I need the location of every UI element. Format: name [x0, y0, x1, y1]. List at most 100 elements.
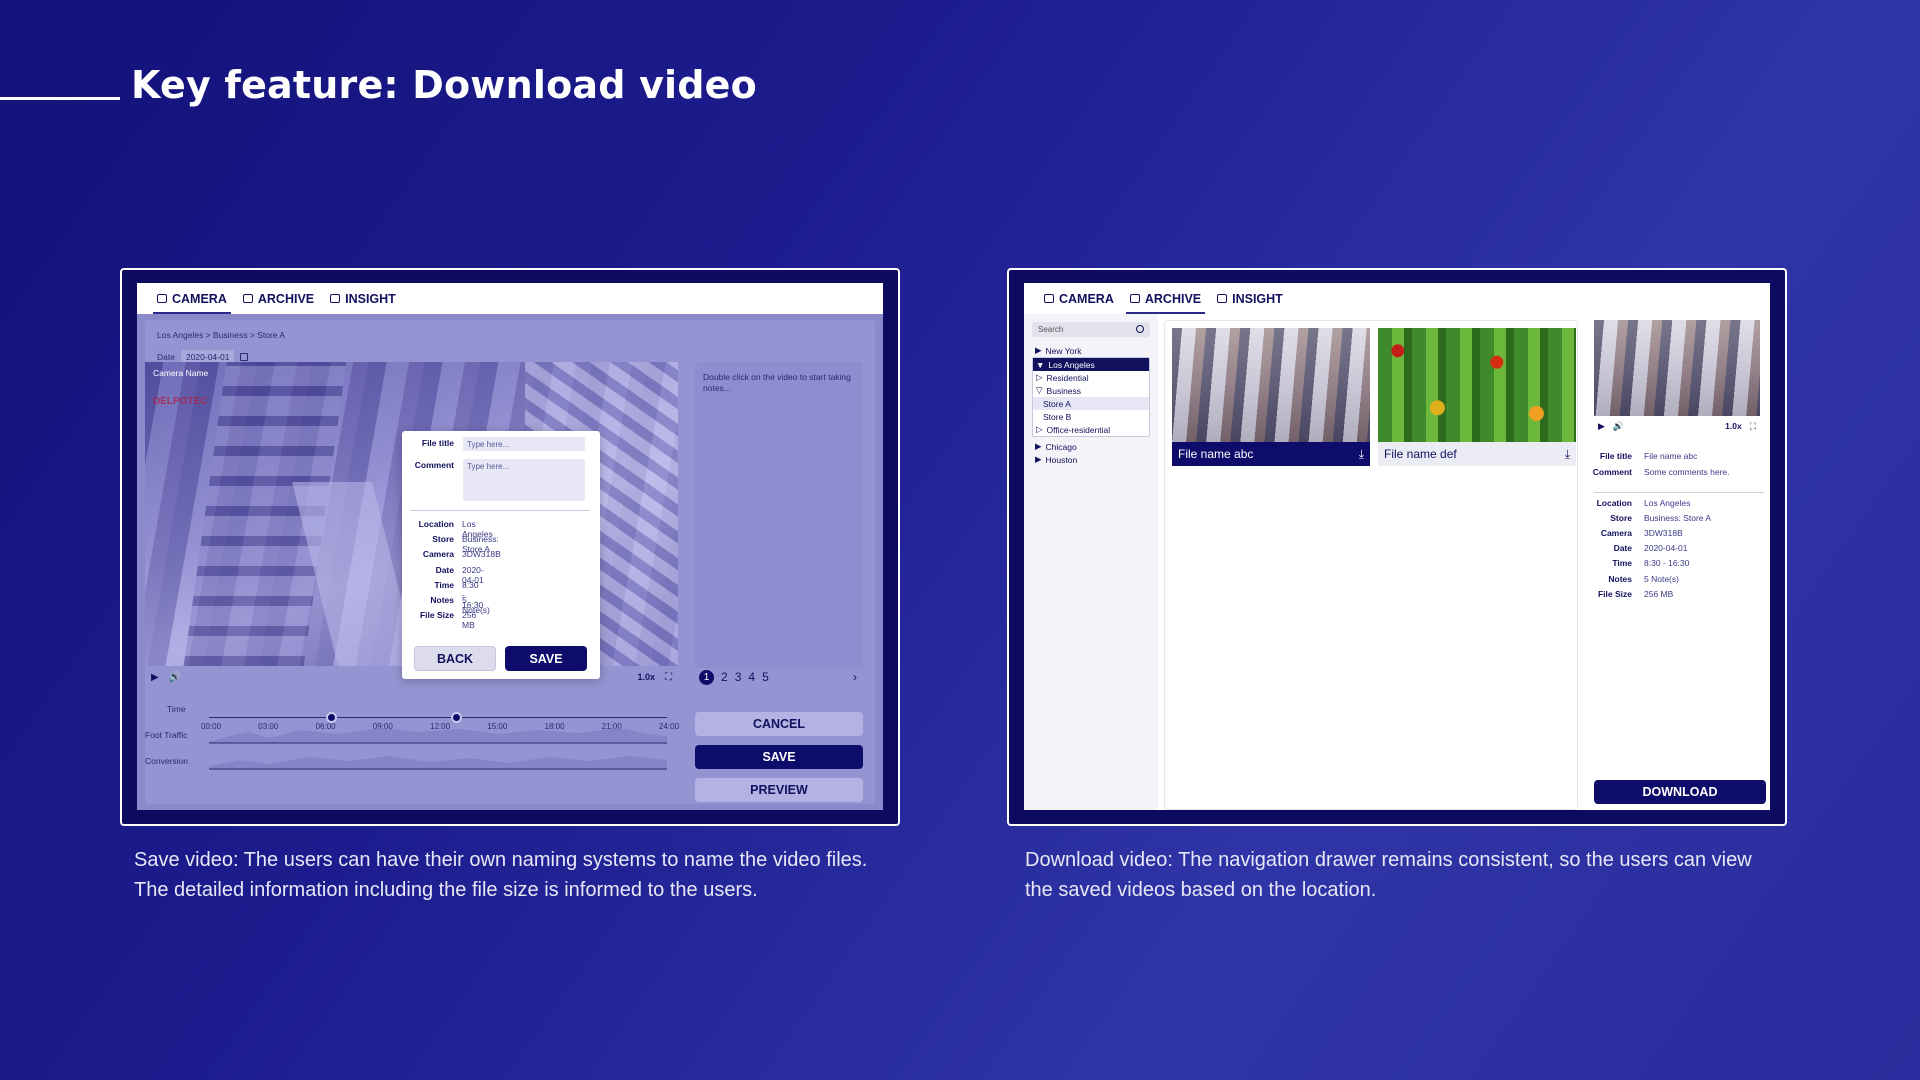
video-card[interactable]: File name def ⤓ — [1378, 328, 1576, 470]
notes-panel[interactable]: Double click on the video to start takin… — [695, 362, 863, 668]
timeline: Time 00:00 03:00 06:00 09:00 12:00 15:00 18:00… — [145, 692, 679, 802]
field-value: 2020-04-01 — [1644, 543, 1688, 553]
preview-button[interactable]: PREVIEW — [695, 778, 863, 802]
playback-speed[interactable]: 1.0x — [637, 672, 655, 682]
playback-speed[interactable]: 1.0x — [1725, 421, 1742, 431]
tab-archive[interactable]: ARCHIVE — [1125, 283, 1206, 314]
volume-icon[interactable]: 🔊 — [169, 672, 181, 683]
field-value: Some comments here. — [1644, 467, 1730, 477]
page-2[interactable]: 2 — [721, 670, 728, 684]
field-label: Time — [434, 579, 454, 590]
field-label: Time — [1612, 558, 1632, 568]
caret-right-outline-icon: ▷ — [1036, 424, 1043, 434]
comment-input[interactable]: Type here... — [463, 459, 585, 501]
camera-icon — [157, 294, 167, 303]
fullscreen-icon[interactable]: ⛶ — [1750, 421, 1756, 432]
tree-item-store-b[interactable]: Store B — [1033, 410, 1149, 423]
tree-label: Office-residential — [1046, 424, 1111, 435]
download-button[interactable]: DOWNLOAD — [1594, 780, 1766, 804]
volume-icon[interactable]: 🔊 — [1613, 421, 1624, 432]
field-value: 8:30 - 16:30 — [1644, 558, 1690, 568]
field-label: Notes — [1608, 574, 1632, 584]
tree-item-residential[interactable]: ▷ Residential — [1033, 371, 1149, 384]
caret-right-icon: ▶ — [1035, 441, 1042, 451]
video-thumbnail[interactable] — [1378, 328, 1576, 442]
tab-camera[interactable]: CAMERA — [153, 283, 231, 314]
tab-bar: CAMERA ARCHIVE INSIGHT — [137, 283, 883, 314]
video-file-name: File name abc — [1178, 447, 1254, 461]
page-3[interactable]: 3 — [735, 670, 742, 684]
field-label: Date — [1613, 543, 1632, 553]
field-label: File title — [1599, 451, 1632, 461]
tree-item-new-york[interactable]: ▶ New York — [1032, 344, 1150, 357]
field-value: File name abc — [1644, 451, 1698, 461]
slide-title: Key feature: Download video — [131, 63, 757, 107]
camera-icon — [1044, 294, 1054, 303]
play-icon[interactable]: ▶ — [1598, 421, 1605, 432]
camera-view-area: Los Angeles > Business > Store A Date 20… — [137, 314, 883, 810]
tab-insight[interactable]: INSIGHT — [330, 283, 396, 314]
search-icon[interactable] — [1136, 325, 1144, 333]
tree-item-office-residential[interactable]: ▷ Office-residential — [1033, 423, 1149, 436]
field-label: Camera — [422, 549, 454, 560]
fullscreen-icon[interactable]: ⛶ — [665, 672, 672, 683]
cancel-button[interactable]: CANCEL — [695, 712, 863, 736]
next-page-icon[interactable]: › — [853, 670, 857, 684]
caret-right-icon: ▶ — [1035, 454, 1042, 464]
save-button[interactable]: SAVE — [695, 745, 863, 769]
tree-item-store-a[interactable]: Store A — [1033, 397, 1149, 410]
video-card[interactable]: File name abc ⤓ — [1172, 328, 1370, 470]
play-icon[interactable]: ▶ — [151, 672, 159, 683]
tab-camera[interactable]: CAMERA — [1044, 283, 1114, 314]
save-video-mockup: CAMERA ARCHIVE INSIGHT Los Angeles > Bus… — [120, 268, 900, 826]
video-card-caption: File name def ⤓ — [1378, 442, 1576, 466]
foot-traffic-sparkline — [209, 728, 667, 744]
camera-panel: Los Angeles > Business > Store A Date 20… — [145, 320, 875, 804]
time-label: Time — [167, 704, 186, 714]
search-input[interactable]: Search — [1032, 322, 1150, 337]
tab-label: INSIGHT — [1232, 291, 1283, 306]
file-title-label: File title — [421, 438, 454, 448]
page-1[interactable]: 1 — [699, 669, 714, 685]
preview-controls: ▶ 🔊 1.0x ⛶ — [1594, 418, 1760, 434]
calendar-icon[interactable] — [240, 353, 249, 361]
field-value: 256 MB — [462, 610, 477, 631]
tree-label: Chicago — [1045, 441, 1077, 452]
tab-label: ARCHIVE — [1144, 291, 1202, 306]
tab-archive[interactable]: ARCHIVE — [242, 283, 314, 314]
field-label: Store — [1610, 513, 1632, 523]
tab-label: INSIGHT — [345, 291, 396, 306]
tree-item-chicago[interactable]: ▶ Chicago — [1032, 440, 1150, 453]
navigation-drawer: Search ▶ New York ▼ Los Angeles ▷ Residenti… — [1024, 314, 1158, 810]
preview-video[interactable] — [1594, 320, 1760, 416]
video-card-caption: File name abc ⤓ — [1172, 442, 1370, 466]
page-4[interactable]: 4 — [748, 670, 755, 684]
tree-label: Store A — [1043, 398, 1071, 409]
time-axis[interactable] — [209, 717, 667, 718]
field-value: 256 MB — [1644, 589, 1674, 599]
tab-label: CAMERA — [1059, 291, 1114, 306]
file-title-input[interactable]: Type here... — [463, 437, 585, 451]
tab-insight[interactable]: INSIGHT — [1217, 283, 1283, 314]
download-icon[interactable]: ⤓ — [1359, 447, 1364, 462]
location-tree: ▶ New York ▼ Los Angeles ▷ Residential ▽ Bus… — [1032, 344, 1150, 466]
save-video-dialog: File title Type here... Comment Type her… — [402, 431, 600, 679]
caret-down-icon: ▼ — [1036, 359, 1045, 370]
caret-right-outline-icon: ▷ — [1036, 372, 1043, 382]
caret-right-icon: ▶ — [1035, 345, 1042, 355]
download-icon[interactable]: ⤓ — [1565, 447, 1570, 462]
video-controls: ▶ 🔊 1.0x ⛶ — [145, 666, 678, 688]
field-label: File Size — [419, 610, 454, 621]
pagination: 1 2 3 4 5 › — [695, 666, 863, 688]
field-value: 5 Note(s) — [1644, 574, 1679, 584]
page-5[interactable]: 5 — [762, 670, 769, 684]
tree-item-los-angeles[interactable]: ▼ Los Angeles — [1033, 358, 1149, 371]
tree-item-houston[interactable]: ▶ Houston — [1032, 453, 1150, 466]
camera-name-label: Camera Name — [153, 368, 209, 378]
divider — [410, 510, 590, 511]
conversion-label: Conversion — [145, 756, 188, 766]
insight-icon — [330, 294, 341, 303]
tree-label: New York — [1045, 345, 1082, 356]
tree-item-business[interactable]: ▽ Business — [1033, 384, 1149, 397]
video-thumbnail[interactable] — [1172, 328, 1370, 442]
